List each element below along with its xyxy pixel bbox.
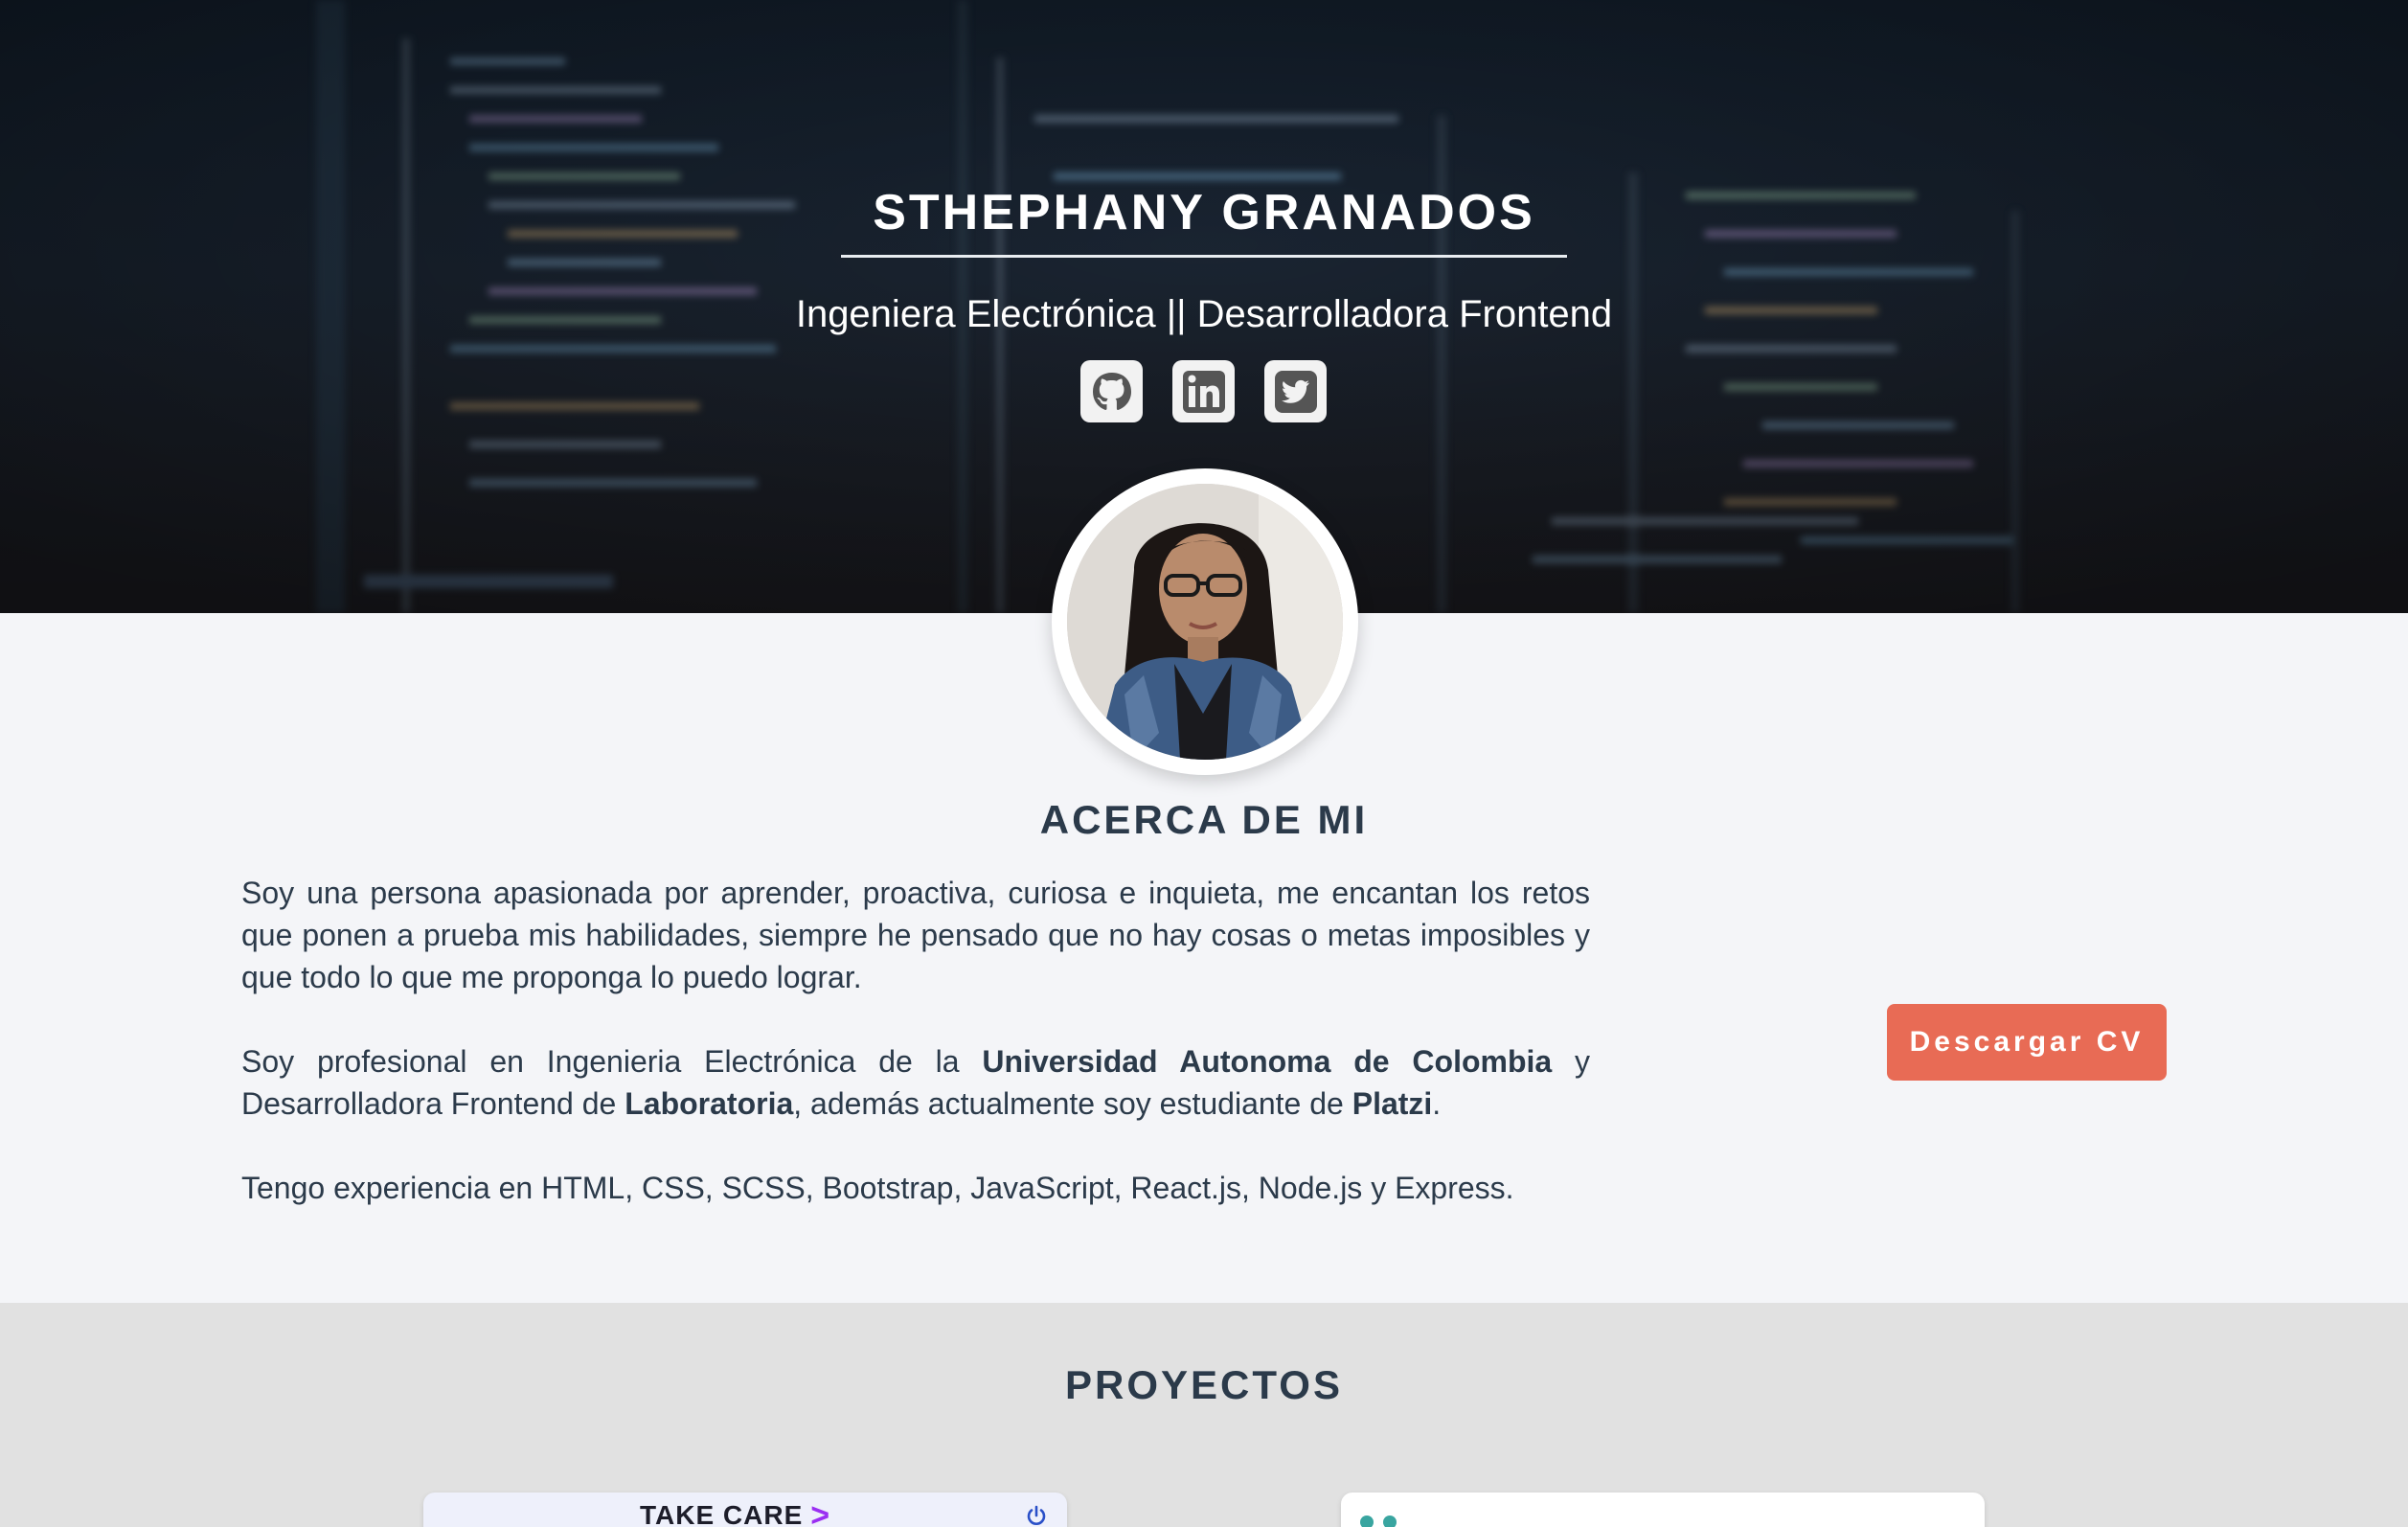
linkedin-link[interactable] (1172, 360, 1235, 422)
about-heading: ACERCA DE MI (1039, 797, 1369, 842)
about-paragraph-1: Soy una persona apasionada por aprender,… (241, 876, 1590, 994)
page-subtitle: Ingeniera Electrónica || Desarrolladora … (795, 293, 1613, 335)
take-care-logo: TAKE CARE > (640, 1497, 831, 1527)
project-card-take-care[interactable]: TAKE CARE > (423, 1493, 1067, 1527)
projects-section: PROYECTOS TAKE CARE > (0, 1303, 2408, 1527)
take-care-logo-text: TAKE CARE (640, 1500, 804, 1527)
github-link[interactable] (1080, 360, 1143, 422)
twitter-link[interactable] (1264, 360, 1327, 422)
laboratoria-name: Laboratoria (625, 1086, 794, 1121)
about-text-segment: Soy profesional en Ingenieria Electrónic… (241, 1044, 983, 1079)
github-icon (1086, 366, 1137, 417)
preview-dot (1360, 1516, 1374, 1527)
page-title: STHEPHANY GRANADOS (873, 185, 1535, 240)
about-text-segment: . (1432, 1086, 1442, 1121)
about-paragraph-3: Tengo experiencia en HTML, CSS, SCSS, Bo… (241, 1171, 1514, 1205)
university-name: Universidad Autonoma de Colombia (982, 1044, 1553, 1079)
take-care-logo-mark: > (810, 1497, 831, 1527)
title-underline (841, 255, 1567, 258)
social-links (1080, 360, 1327, 422)
power-icon (1027, 1505, 1046, 1525)
download-cv-button[interactable]: Descargar CV (1887, 1004, 2167, 1081)
project-card-2[interactable] (1341, 1493, 1985, 1527)
about-paragraph-2: Soy profesional en Ingenieria Electrónic… (241, 1040, 1590, 1125)
preview-dot (1383, 1516, 1397, 1527)
about-text-segment: , además actualmente soy estudiante de (793, 1086, 1352, 1121)
platzi-name: Platzi (1352, 1086, 1433, 1121)
linkedin-icon (1182, 370, 1225, 413)
about-text: Soy una persona apasionada por aprender,… (241, 872, 1590, 1251)
twitter-icon (1274, 370, 1317, 413)
avatar (1067, 484, 1343, 760)
projects-heading: PROYECTOS (1065, 1362, 1343, 1407)
project-card-2-preview (1360, 1516, 1397, 1527)
profile-photo (1067, 484, 1343, 760)
